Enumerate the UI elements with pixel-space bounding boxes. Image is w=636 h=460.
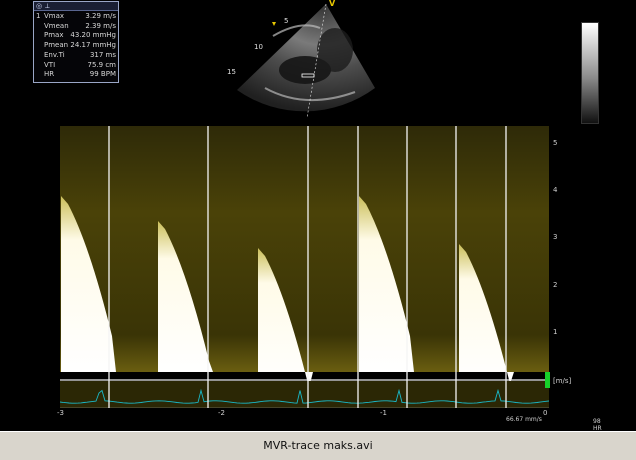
measurement-value: 317 ms	[89, 50, 116, 59]
measurement-label: Env.Ti	[44, 50, 65, 59]
measurement-label: Pmax	[44, 31, 64, 40]
measurement-label: VTI	[44, 60, 56, 69]
measurement-label: Vmax	[44, 12, 65, 20]
sweep-speed: 66.67 mm/s	[506, 416, 542, 423]
measurement-label: Pmean	[44, 41, 69, 50]
doppler-spectrum	[60, 126, 549, 408]
velocity-tick: 2	[553, 281, 558, 289]
filename: MVR-trace maks.avi	[263, 439, 373, 452]
time-tick: -2	[218, 409, 225, 417]
measurement-panel: ◎ ⟂ 1 Vmax 3.29 m/s Vmean 2.39 m/s Pmax 43.20 …	[33, 1, 119, 83]
measurement-row: Env.Ti 317 ms	[34, 51, 118, 60]
measurement-panel-header: ◎ ⟂	[34, 2, 118, 11]
baseline-handle[interactable]	[545, 372, 550, 388]
measurement-row: Pmax 43.20 mmHg	[34, 31, 118, 40]
depth-label: 5	[284, 17, 289, 25]
measurement-value: 43.20 mmHg	[70, 31, 116, 40]
probe-orientation-marker	[272, 22, 276, 26]
depth-label: 10	[254, 43, 263, 51]
velocity-tick: 5	[553, 139, 558, 147]
measurement-row: HR 99 BPM	[34, 70, 118, 79]
velocity-tick: 3	[553, 233, 558, 241]
measurement-row: VTI 75.9 cm	[34, 61, 118, 70]
heart-rate-value: 98	[593, 418, 601, 425]
echo-sector-image	[237, 3, 375, 119]
measurement-value: 75.9 cm	[87, 60, 116, 69]
probe-marker: V	[329, 0, 336, 8]
time-tick: -3	[57, 409, 64, 417]
measurement-row: 1 Vmax 3.29 m/s	[34, 12, 118, 21]
filename-bar: MVR-trace maks.avi	[0, 431, 636, 460]
ruler-icon[interactable]: ⟂	[45, 2, 50, 10]
measurement-row: Vmean 2.39 m/s	[34, 22, 118, 31]
velocity-tick: 4	[553, 186, 558, 194]
time-tick: -1	[380, 409, 387, 417]
velocity-tick: 1	[553, 328, 558, 336]
time-tick: 0	[543, 409, 548, 417]
measurement-value: 24.17 mmHg	[70, 41, 116, 50]
grayscale-bar	[581, 22, 599, 124]
velocity-unit: [m/s]	[553, 377, 572, 385]
measurement-row: Pmean 24.17 mmHg	[34, 41, 118, 50]
measurement-index: 1	[36, 12, 41, 20]
depth-label: 15	[227, 68, 236, 76]
measurement-label: Vmean	[44, 21, 69, 30]
measurement-value: 3.29 m/s	[85, 12, 116, 20]
measurement-value: 2.39 m/s	[85, 21, 116, 30]
heart-chamber	[317, 28, 353, 72]
measurement-value: 99 BPM	[89, 70, 116, 79]
circle-icon[interactable]: ◎	[36, 2, 42, 10]
measurement-label: HR	[44, 70, 55, 79]
ecg-strip	[60, 381, 549, 408]
